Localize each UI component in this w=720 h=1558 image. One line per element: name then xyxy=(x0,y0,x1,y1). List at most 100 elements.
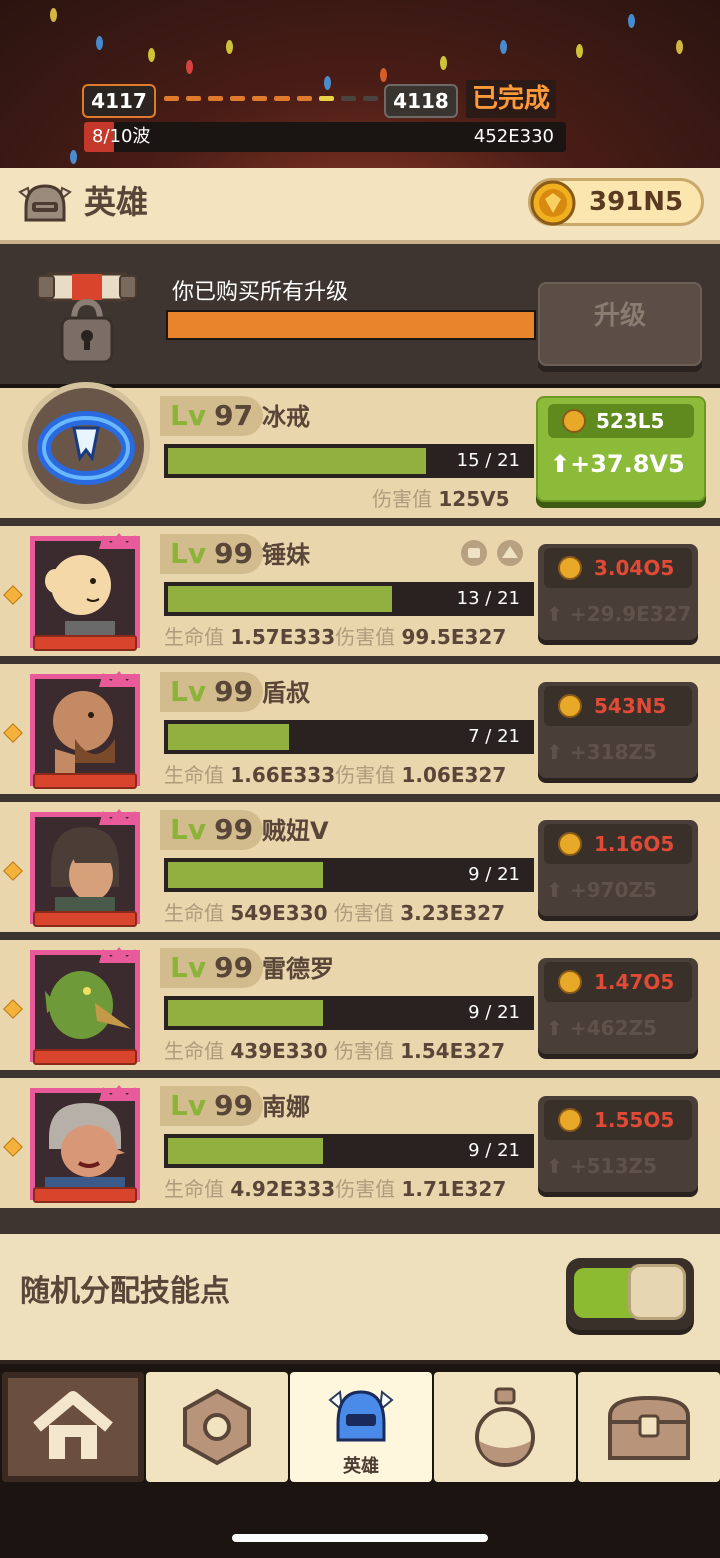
page-title: 英雄 xyxy=(84,183,149,221)
next-level-badge: 4118 xyxy=(384,84,458,118)
hero-level: Lv 99 xyxy=(160,948,264,988)
string-light xyxy=(186,60,193,74)
heroes-header: 英雄 391N5 xyxy=(0,168,720,244)
levelup-cost: 1.47O5 xyxy=(544,962,692,1002)
hero-level: Lv 99 xyxy=(160,672,264,712)
levelup-cost: 523L5 xyxy=(548,404,694,438)
nav-home[interactable] xyxy=(2,1372,144,1482)
nav-heroes[interactable]: 英雄 xyxy=(290,1372,432,1482)
levelup-gain: ⬆ +318Z5 xyxy=(546,732,657,772)
hero-row[interactable]: Lv 99 锤妹 13 / 21 生命值 1.57E333伤害值 99.5E327… xyxy=(0,526,720,664)
hero-levelup-button[interactable]: 1.55O5 ⬆ +513Z5 xyxy=(538,1096,698,1192)
home-indicator[interactable] xyxy=(232,1534,488,1542)
hero-face-shield-uncle xyxy=(53,691,115,781)
wave-progress-bar: 8/10波 452E330 xyxy=(84,122,566,152)
coin-balance: 391N5 xyxy=(528,178,704,226)
coin-icon xyxy=(558,970,582,994)
crown-icon xyxy=(99,809,139,825)
skill-point-diamond-icon xyxy=(3,723,23,743)
crown-icon xyxy=(99,1085,139,1101)
hero-levelup-button[interactable]: 1.47O5 ⬆ +462Z5 xyxy=(538,958,698,1054)
hero-name: 雷德罗 xyxy=(262,955,334,983)
levelup-gain: ⬆+37.8V5 xyxy=(550,450,685,478)
nav-chest[interactable] xyxy=(578,1372,720,1482)
upgrade-progress-bar xyxy=(166,310,536,340)
stage-banner: 4117 4118 已完成 8/10波 452E330 xyxy=(0,0,720,168)
hero-stats: 伤害值 125V5 xyxy=(372,487,510,511)
string-light xyxy=(50,8,57,22)
hero-stats: 生命值 1.66E333伤害值 1.06E327 xyxy=(164,763,507,787)
levelup-gain: ⬆ +29.9E327 xyxy=(546,594,692,634)
bottom-nav: 英雄 xyxy=(0,1360,720,1492)
coin-icon xyxy=(558,694,582,718)
hero-row[interactable]: Lv 97 冰戒 15 / 21 伤害值 125V5 523L5 ⬆+37.8V5 xyxy=(0,382,720,526)
potion-flask-icon xyxy=(475,1387,535,1467)
levelup-gain: ⬆ +970Z5 xyxy=(546,870,657,910)
hero-row[interactable]: Lv 99 雷德罗 9 / 21 生命值 439E330 伤害值 1.54E327… xyxy=(0,940,720,1078)
coin-icon xyxy=(558,556,582,580)
up-arrow-icon: ⬆ xyxy=(546,1016,563,1040)
portrait-base xyxy=(33,773,137,789)
nav-potions[interactable] xyxy=(434,1372,576,1482)
hero-levelup-button[interactable]: 523L5 ⬆+37.8V5 xyxy=(536,396,706,502)
hero-progress-fill xyxy=(168,862,323,888)
portrait-base xyxy=(33,1187,137,1203)
completed-label: 已完成 xyxy=(466,80,557,118)
hero-buff-icons xyxy=(461,540,523,566)
hero-stats: 生命值 4.92E333伤害值 1.71E327 xyxy=(164,1177,507,1201)
hero-levelup-button[interactable]: 543N5 ⬆ +318Z5 xyxy=(538,682,698,778)
enemy-hp: 452E330 xyxy=(473,126,554,147)
portrait-base xyxy=(33,635,137,651)
hero-name: 冰戒 xyxy=(262,403,310,431)
hero-level: Lv 99 xyxy=(160,810,264,850)
portrait-base xyxy=(33,911,137,927)
ice-ring-icon xyxy=(37,411,135,485)
hero-levelup-button[interactable]: 1.16O5 ⬆ +970Z5 xyxy=(538,820,698,916)
hero-face-nanna xyxy=(45,1103,125,1195)
hero-face-thief-girl xyxy=(51,827,119,919)
random-assign-toggle[interactable] xyxy=(566,1258,694,1330)
toggle-knob xyxy=(628,1264,686,1320)
house-icon xyxy=(33,1391,113,1459)
level-progress-dots xyxy=(164,96,378,104)
locked-scroll-icon xyxy=(37,272,137,364)
nav-equipment[interactable] xyxy=(146,1372,288,1482)
skill-point-diamond-icon xyxy=(3,585,23,605)
hero-portrait xyxy=(30,671,140,789)
hero-portrait xyxy=(22,382,150,510)
hero-levelup-button[interactable]: 3.04O5 ⬆ +29.9E327 xyxy=(538,544,698,640)
list-footer-gap xyxy=(0,1208,720,1234)
hero-progress-fill xyxy=(168,724,289,750)
hero-row[interactable]: Lv 99 盾叔 7 / 21 生命值 1.66E333伤害值 1.06E327 … xyxy=(0,664,720,802)
treasure-chest-icon xyxy=(608,1395,690,1460)
current-level-badge: 4117 xyxy=(82,84,156,118)
levelup-gain: ⬆ +462Z5 xyxy=(546,1008,657,1048)
string-light xyxy=(676,40,683,54)
all-upgrades-purchased-text: 你已购买所有升级 xyxy=(172,280,349,305)
hero-stats: 生命值 439E330 伤害值 1.54E327 xyxy=(164,1039,506,1063)
hero-progress-fill xyxy=(168,448,426,474)
hero-row[interactable]: Lv 99 南娜 9 / 21 生命值 4.92E333伤害值 1.71E327 … xyxy=(0,1078,720,1216)
string-light xyxy=(380,68,387,82)
upgrade-panel: 你已购买所有升级 升级 xyxy=(0,244,720,384)
up-arrow-icon: ⬆ xyxy=(550,450,571,478)
hero-name: 盾叔 xyxy=(262,679,310,707)
string-light xyxy=(576,44,583,58)
upgrade-button[interactable]: 升级 xyxy=(538,282,702,366)
wave-count: 8/10波 xyxy=(92,126,151,147)
hero-level: Lv 97 xyxy=(160,396,264,436)
upgrade-progress-fill xyxy=(168,312,534,338)
levelup-cost: 1.16O5 xyxy=(544,824,692,864)
hero-progress-count: 7 / 21 xyxy=(468,726,520,747)
crown-icon xyxy=(99,533,139,549)
hero-level: Lv 99 xyxy=(160,534,264,574)
hero-portrait xyxy=(30,1085,140,1203)
gear-nut-icon xyxy=(183,1388,251,1466)
up-arrow-icon: ⬆ xyxy=(546,1154,563,1178)
hero-name: 南娜 xyxy=(262,1093,310,1121)
levelup-cost: 543N5 xyxy=(544,686,692,726)
hero-row[interactable]: Lv 99 贼妞V 9 / 21 生命值 549E330 伤害值 3.23E327… xyxy=(0,802,720,940)
hero-stats: 生命值 1.57E333伤害值 99.5E327 xyxy=(164,625,507,649)
hero-progress-bar: 15 / 21 xyxy=(164,444,534,478)
hero-name: 锤妹 xyxy=(262,541,310,569)
